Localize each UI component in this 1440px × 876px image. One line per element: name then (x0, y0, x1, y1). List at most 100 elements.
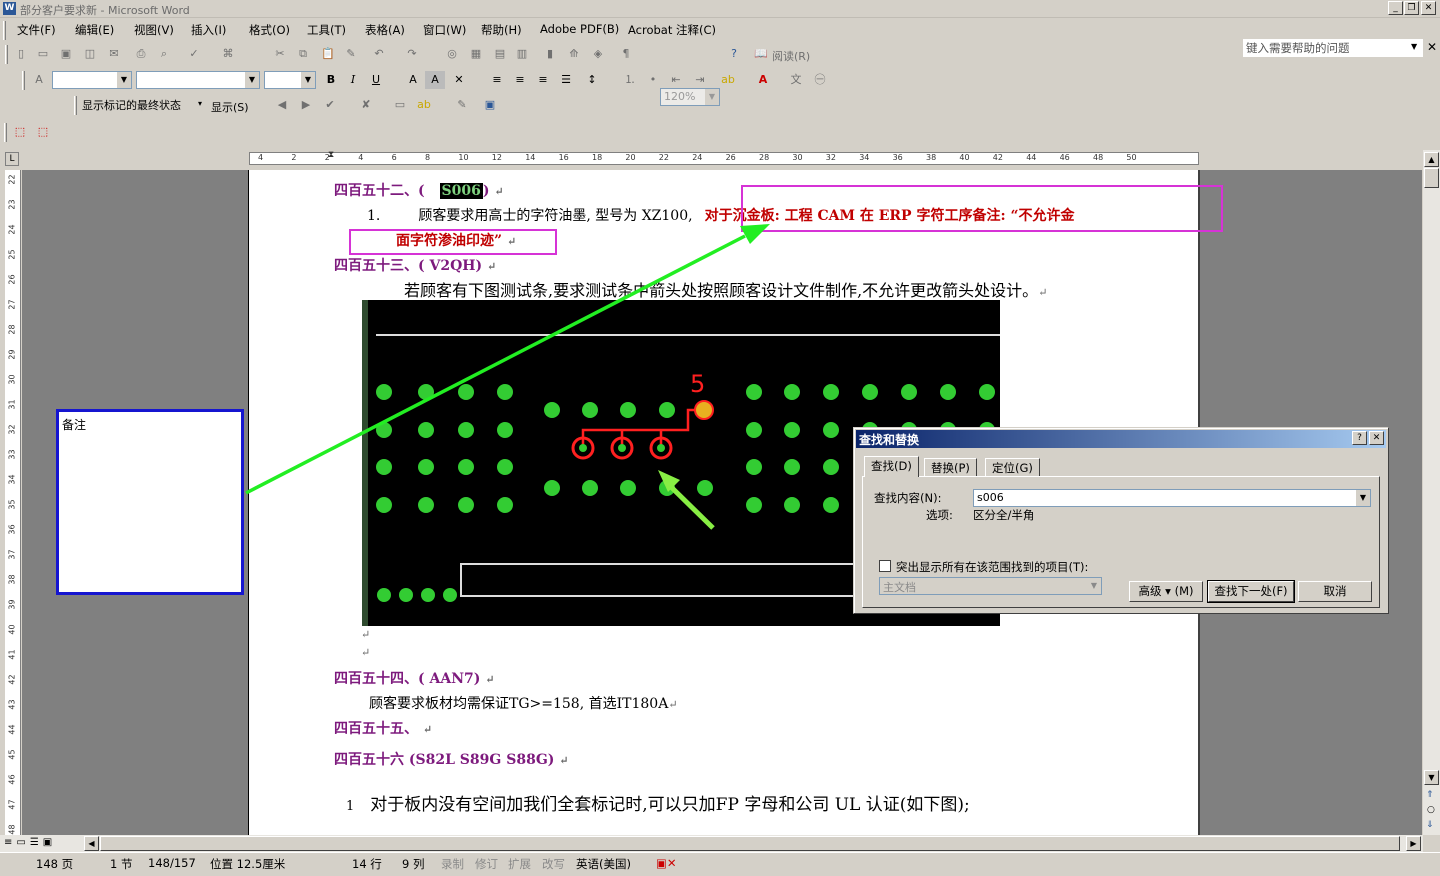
scope-select[interactable]: 主文档 ▼ (879, 577, 1102, 595)
reviewing-pane-icon[interactable]: ▣ (480, 96, 500, 114)
copy-icon[interactable]: ⧉ (293, 45, 313, 63)
print-preview-icon[interactable]: ⌕ (154, 45, 174, 63)
horizontal-ruler[interactable]: 4 2 2 4 6 8 10 12 14 16 18 20 22 24 26 28 30 32 34 36 38 40 42… (249, 152, 1199, 165)
menu-view[interactable]: 视图(V) (134, 22, 174, 38)
style-combo[interactable]: ▼ (52, 71, 132, 89)
next-change-icon[interactable]: ▶ (296, 96, 316, 114)
dialog-close-button[interactable]: ✕ (1369, 431, 1384, 445)
scroll-up-icon[interactable]: ▲ (1424, 152, 1439, 167)
email-icon[interactable]: ✉ (104, 45, 124, 63)
vertical-ruler[interactable]: 22 23 24 25 26 27 28 29 30 31 32 33 34 35 36 37 38 39 40 41… (5, 170, 21, 835)
align-left-icon[interactable]: ≡ (487, 71, 507, 89)
format-painter-icon[interactable]: ✎ (341, 45, 361, 63)
tables-borders-icon[interactable]: ▦ (466, 45, 486, 63)
menu-format[interactable]: 格式(O) (249, 22, 290, 38)
increase-indent-icon[interactable]: ⇥ (690, 71, 710, 89)
highlight-icon[interactable]: ab (718, 71, 738, 89)
status-rec[interactable]: 录制 (441, 856, 464, 872)
permission-icon[interactable]: ◫ (80, 45, 100, 63)
toolbar-grip[interactable] (5, 45, 8, 64)
previous-change-icon[interactable]: ◀ (272, 96, 292, 114)
convert-to-pdf-icon[interactable]: ⬚ (10, 123, 30, 141)
menu-file[interactable]: 文件(F) (17, 22, 56, 38)
redo-icon[interactable]: ↷ (402, 45, 422, 63)
menu-tools[interactable]: 工具(T) (307, 22, 346, 38)
show-hide-icon[interactable]: ¶ (616, 45, 636, 63)
undo-icon[interactable]: ↶ (369, 45, 389, 63)
align-right-icon[interactable]: ≡ (533, 71, 553, 89)
browse-object-icon[interactable]: ○ (1427, 805, 1435, 815)
scroll-thumb[interactable] (1424, 168, 1439, 188)
open-icon[interactable]: ▭ (33, 45, 53, 63)
find-next-button[interactable]: 查找下一处(F) (1207, 580, 1295, 603)
tab-replace[interactable]: 替换(P) (924, 458, 977, 477)
dialog-help-button[interactable]: ? (1352, 431, 1367, 445)
cancel-button[interactable]: 取消 (1298, 581, 1372, 602)
markup-state-combo[interactable]: 显示标记的最终状态 ▾ (79, 96, 207, 114)
print-icon[interactable]: ⎙ (131, 45, 151, 63)
accept-change-icon[interactable]: ✔ (320, 96, 340, 114)
menu-table[interactable]: 表格(A) (365, 22, 405, 38)
spelling-icon[interactable]: ✓ (184, 45, 204, 63)
char-border-icon[interactable]: A (403, 71, 423, 89)
tab-selector-icon[interactable]: L (5, 152, 19, 166)
read-mode-icon[interactable]: 📖 (751, 45, 771, 63)
status-ovr[interactable]: 改写 (542, 856, 565, 872)
columns-icon[interactable]: ▮ (540, 45, 560, 63)
drawing-icon[interactable]: ⟰ (564, 45, 584, 63)
reject-change-icon[interactable]: ✘ (356, 96, 376, 114)
menu-window[interactable]: 窗口(W) (423, 22, 466, 38)
font-combo[interactable]: ▼ (136, 71, 260, 89)
paste-icon[interactable]: 📋 (318, 45, 338, 63)
menu-help[interactable]: 帮助(H) (481, 22, 522, 38)
new-comment-icon[interactable]: ▭ (390, 96, 410, 114)
next-page-icon[interactable]: ⇓ (1426, 820, 1434, 830)
font-size-combo[interactable]: ▼ (264, 71, 316, 89)
enclose-char-icon[interactable]: ㊀ (810, 71, 830, 89)
convert-and-email-icon[interactable]: ⬚ (33, 123, 53, 141)
research-icon[interactable]: ⌘ (218, 45, 238, 63)
status-ext[interactable]: 扩展 (508, 856, 531, 872)
hyperlink-icon[interactable]: ◎ (442, 45, 462, 63)
decrease-indent-icon[interactable]: ⇤ (666, 71, 686, 89)
find-replace-dialog[interactable]: 查找和替换 ? ✕ 查找(D) 替换(P) 定位(G) 查找内容(N): s00… (853, 427, 1389, 614)
char-shading-icon[interactable]: A (425, 71, 445, 89)
hscroll-thumb[interactable] (100, 836, 1400, 851)
line-spacing-icon[interactable]: ↕ (582, 71, 602, 89)
document-map-icon[interactable]: ◈ (588, 45, 608, 63)
char-scaling-icon[interactable]: ✕ (449, 71, 469, 89)
bold-icon[interactable]: B (321, 71, 341, 89)
new-icon[interactable]: ▯ (11, 45, 31, 63)
dialog-title-bar[interactable]: 查找和替换 (856, 430, 1386, 448)
status-trk[interactable]: 修订 (475, 856, 498, 872)
advanced-button[interactable]: 高级 ▾ (M) (1129, 581, 1203, 602)
track-changes-icon[interactable]: ✎ (452, 96, 472, 114)
insert-table-icon[interactable]: ▤ (490, 45, 510, 63)
find-input[interactable]: s006 ▼ (973, 489, 1371, 507)
save-icon[interactable]: ▣ (56, 45, 76, 63)
phonetic-guide-icon[interactable]: 文 (786, 71, 806, 89)
menu-acrobat-comments[interactable]: Acrobat 注释(C) (628, 22, 716, 38)
numbering-icon[interactable]: ⒈ (620, 71, 640, 89)
font-color-icon[interactable]: A (753, 71, 773, 89)
underline-icon[interactable]: U (366, 71, 386, 89)
restore-button[interactable]: ❐ (1404, 1, 1419, 15)
toolbar-grip[interactable] (4, 123, 7, 142)
menu-insert[interactable]: 插入(I) (191, 22, 226, 38)
justify-icon[interactable]: ☰ (556, 71, 576, 89)
tab-goto[interactable]: 定位(G) (985, 458, 1040, 477)
help-icon[interactable]: ? (724, 45, 744, 63)
close-button[interactable]: ✕ (1421, 1, 1436, 15)
toolbar-grip[interactable] (22, 71, 25, 90)
scroll-right-icon[interactable]: ▶ (1406, 836, 1421, 851)
spelling-status-icon[interactable]: ▣✕ (656, 856, 677, 870)
highlight-checkbox[interactable] (879, 560, 891, 572)
read-mode-label[interactable]: 阅读(R) (772, 48, 810, 64)
bullets-icon[interactable]: • (643, 71, 663, 89)
scroll-left-icon[interactable]: ◀ (84, 836, 99, 851)
minimize-button[interactable]: _ (1388, 1, 1403, 15)
menubar-grip[interactable] (3, 21, 6, 40)
cut-icon[interactable]: ✂ (270, 45, 290, 63)
found-text-highlight[interactable]: S006 (439, 183, 483, 199)
italic-icon[interactable]: I (343, 71, 363, 89)
